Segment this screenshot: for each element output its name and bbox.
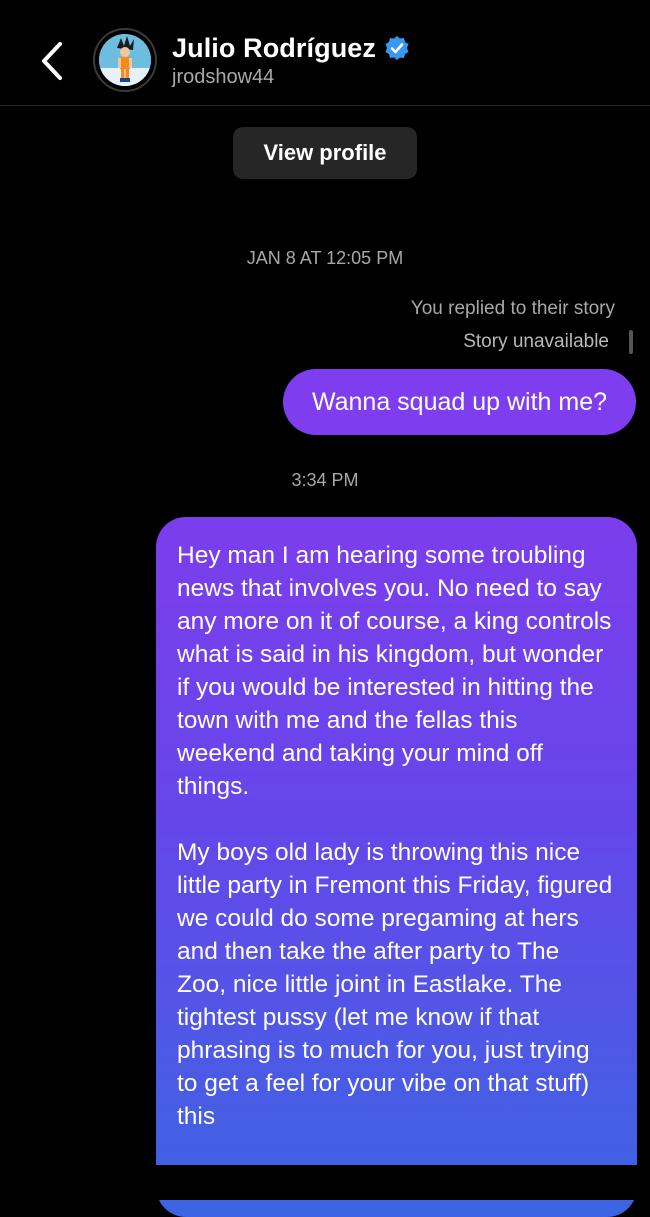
story-reply-note: You replied to their story xyxy=(410,298,615,319)
chat-header: Julio Rodríguez jrodshow44 xyxy=(0,0,650,106)
verified-badge-icon xyxy=(385,36,409,60)
sent-message-bubble[interactable]: Wanna squad up with me? xyxy=(283,369,636,435)
avatar[interactable] xyxy=(93,28,157,92)
contact-name: Julio Rodríguez xyxy=(172,32,376,63)
message-timestamp: 3:34 PM xyxy=(291,470,359,490)
contact-username: jrodshow44 xyxy=(172,66,275,88)
chevron-left-icon[interactable] xyxy=(36,40,68,82)
message-timestamp: JAN 8 AT 12:05 PM xyxy=(246,248,404,268)
message-paragraph: My boys old lady is throwing this nice l… xyxy=(177,839,613,1130)
view-profile-button[interactable]: View profile xyxy=(233,127,417,179)
story-reply-preview[interactable]: Story unavailable xyxy=(463,330,633,354)
sent-message-bubble[interactable]: Hey man I am hearing some troubling news… xyxy=(156,517,637,1217)
story-status: Story unavailable xyxy=(463,331,609,352)
story-quote-bar xyxy=(629,330,633,354)
avatar-image xyxy=(99,34,151,86)
message-paragraph: Hey man I am hearing some troubling news… xyxy=(177,542,612,800)
contact-name-row[interactable]: Julio Rodríguez xyxy=(172,30,410,66)
bottom-bar xyxy=(0,1165,650,1200)
